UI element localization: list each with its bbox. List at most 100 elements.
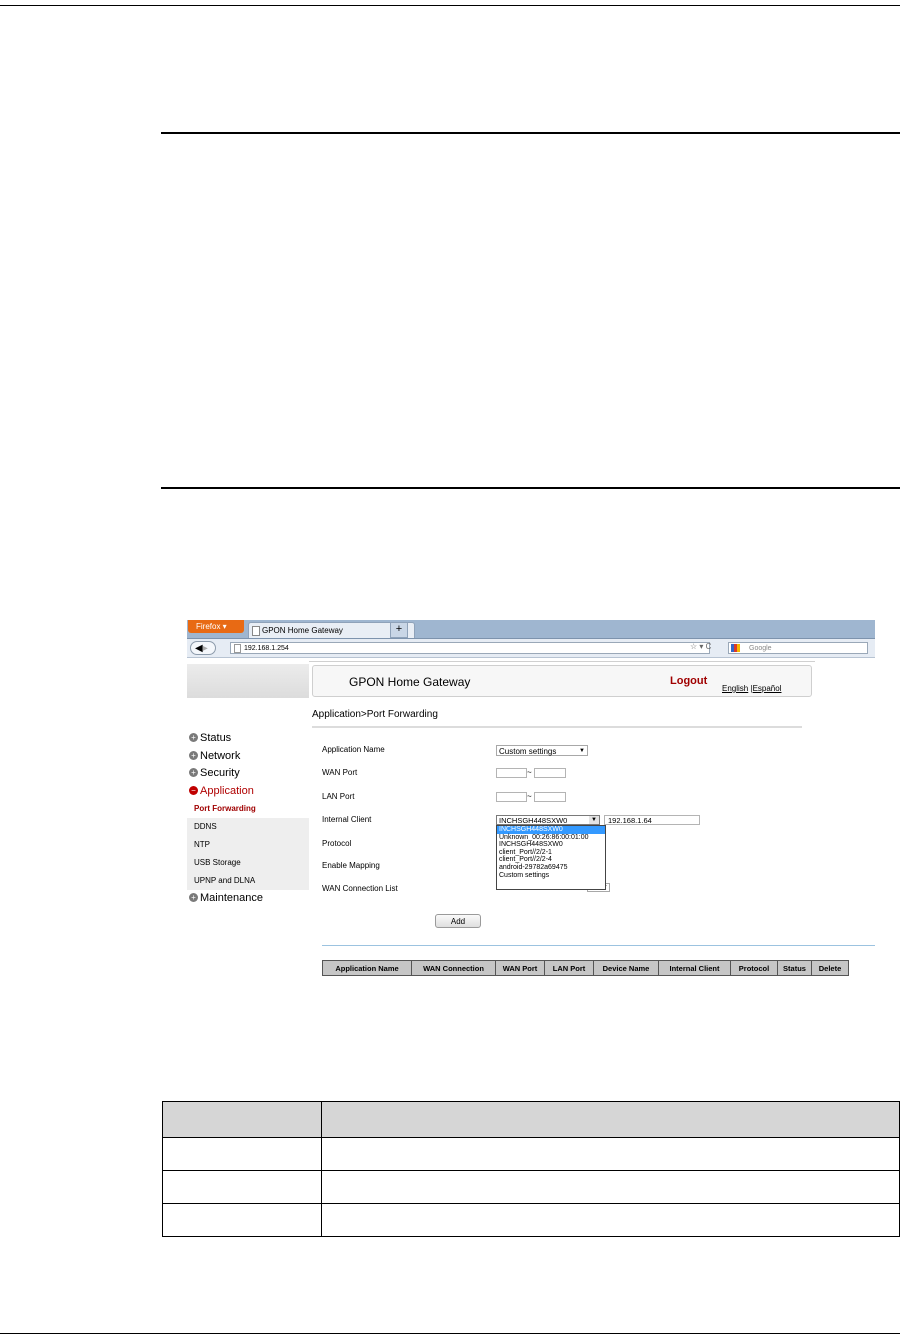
protocol-label: Protocol <box>322 839 352 848</box>
internal-client-dropdown: INCHSGH448SXW0 Unknown_00:26:86:00:01:00… <box>496 825 606 890</box>
column-header: Device Name <box>593 960 659 976</box>
wan-port-label: WAN Port <box>322 768 358 777</box>
internal-client-ip-input[interactable]: 192.168.1.64 <box>604 815 700 825</box>
tab-title: GPON Home Gateway <box>262 626 343 635</box>
section-rule <box>161 487 900 489</box>
new-tab-button[interactable]: + <box>390 622 408 638</box>
parameter-row <box>162 1203 900 1237</box>
application-name-value: Custom settings <box>499 747 557 756</box>
expand-icon: + <box>189 750 198 760</box>
section-rule <box>161 132 900 134</box>
menu-status[interactable]: + Status <box>187 730 309 748</box>
parameter-cell <box>162 1203 322 1237</box>
browser-tab-bar: Firefox ▾ GPON Home Gateway + <box>187 620 875 639</box>
menu-ddns[interactable]: DDNS <box>187 818 309 836</box>
page-icon <box>252 626 260 636</box>
client-option[interactable]: INCHSGH448SXW0 <box>497 826 605 834</box>
menu-network[interactable]: + Network <box>187 748 309 766</box>
header-divider <box>309 661 815 662</box>
site-icon <box>234 644 241 653</box>
back-arrow-icon[interactable]: ◀ <box>195 643 203 654</box>
url-bar[interactable]: 192.168.1.254 <box>230 642 710 654</box>
internal-client-label: Internal Client <box>322 815 372 824</box>
menu-security[interactable]: + Security <box>187 765 309 783</box>
search-box[interactable]: Google <box>728 642 868 654</box>
breadcrumb: Application>Port Forwarding <box>312 709 438 720</box>
parameter-cell <box>162 1137 322 1171</box>
menu-ntp[interactable]: NTP <box>187 836 309 854</box>
internal-client-value: INCHSGH448SXW0 <box>499 816 568 825</box>
client-option[interactable]: INCHSGH448SXW0 <box>497 841 605 849</box>
page-bottom-rule <box>0 1333 900 1334</box>
client-option[interactable]: client_Port//2/2-4 <box>497 856 605 864</box>
menu-application[interactable]: − Application <box>187 783 309 801</box>
menu-status-label: Status <box>200 732 232 744</box>
english-link[interactable]: English <box>722 684 748 693</box>
column-header: Protocol <box>730 960 778 976</box>
search-placeholder: Google <box>749 645 772 652</box>
firefox-menu-button[interactable]: Firefox ▾ <box>188 620 244 633</box>
lan-port-label: LAN Port <box>322 792 355 801</box>
wan-port-end-input[interactable] <box>534 768 566 778</box>
column-header: Status <box>777 960 812 976</box>
application-name-label: Application Name <box>322 745 385 754</box>
parameter-header-cell <box>162 1101 322 1138</box>
port-range-separator: ~ <box>527 792 532 801</box>
table-header-row: Application Name WAN Connection WAN Port… <box>322 960 849 976</box>
sidebar-header <box>187 664 309 698</box>
spanish-link[interactable]: Español <box>753 684 782 693</box>
url-text: 192.168.1.254 <box>244 645 289 652</box>
breadcrumb-divider <box>312 726 802 728</box>
firefox-menu-label: Firefox <box>196 622 221 631</box>
parameter-table <box>162 1101 900 1237</box>
column-header: Delete <box>811 960 849 976</box>
add-button[interactable]: Add <box>435 914 481 928</box>
column-header: WAN Port <box>495 960 545 976</box>
internal-client-select[interactable]: INCHSGH448SXW0 ▼ <box>496 815 600 825</box>
menu-network-label: Network <box>200 749 241 762</box>
port-forwarding-screenshot: Firefox ▾ GPON Home Gateway + ◀▸ 192.168… <box>187 620 875 988</box>
browser-nav-bar: ◀▸ 192.168.1.254 ☆ ▾ C Google <box>187 639 875 658</box>
collapse-icon: − <box>189 785 198 795</box>
port-range-separator: ~ <box>527 768 532 777</box>
sidebar-menu: + Status + Network + Security − Application … <box>187 730 309 908</box>
logout-link[interactable]: Logout <box>670 675 707 687</box>
google-icon <box>731 644 740 652</box>
parameter-header-cell <box>321 1101 900 1138</box>
forward-arrow-icon[interactable]: ▸ <box>203 643 208 654</box>
menu-port-forwarding[interactable]: Port Forwarding <box>187 800 309 818</box>
expand-icon: + <box>189 768 198 777</box>
parameter-row <box>162 1137 900 1171</box>
url-actions: ☆ ▾ C <box>690 642 712 651</box>
menu-usb-storage[interactable]: USB Storage <box>187 854 309 872</box>
lan-port-end-input[interactable] <box>534 792 566 802</box>
parameter-cell <box>321 1170 900 1204</box>
menu-application-label: Application <box>200 784 254 797</box>
reload-icon[interactable]: C <box>706 642 712 651</box>
parameter-cell <box>321 1137 900 1171</box>
back-forward-buttons[interactable]: ◀▸ <box>190 641 216 655</box>
expand-icon: + <box>189 893 198 902</box>
lan-port-start-input[interactable] <box>496 792 527 802</box>
parameter-cell <box>162 1170 322 1204</box>
application-name-select[interactable]: Custom settings ▼ <box>496 745 588 756</box>
gateway-title: GPON Home Gateway <box>349 675 471 689</box>
wan-connection-label: WAN Connection List <box>322 884 398 893</box>
dropdown-arrow-icon: ▼ <box>589 816 599 824</box>
menu-maintenance[interactable]: + Maintenance <box>187 890 309 908</box>
page-top-rule <box>0 5 900 6</box>
menu-upnp-dlna[interactable]: UPNP and DLNA <box>187 872 309 890</box>
menu-security-label: Security <box>200 767 240 779</box>
wan-port-start-input[interactable] <box>496 768 527 778</box>
client-option[interactable]: Custom settings <box>497 872 605 880</box>
dropdown-arrow-icon: ▼ <box>579 748 585 754</box>
expand-icon: + <box>189 733 198 742</box>
client-option[interactable]: android-29782a69475 <box>497 864 605 872</box>
language-switch: English |Español <box>722 684 781 693</box>
client-option[interactable]: Unknown_00:26:86:00:01:00 <box>497 834 605 842</box>
client-option[interactable]: client_Port//2/2-1 <box>497 849 605 857</box>
column-header: Application Name <box>322 960 412 976</box>
port-forwarding-rules-table: Application Name WAN Connection WAN Port… <box>322 960 849 976</box>
bookmark-star-icon[interactable]: ☆ <box>690 642 697 651</box>
parameter-header-row <box>162 1101 900 1138</box>
